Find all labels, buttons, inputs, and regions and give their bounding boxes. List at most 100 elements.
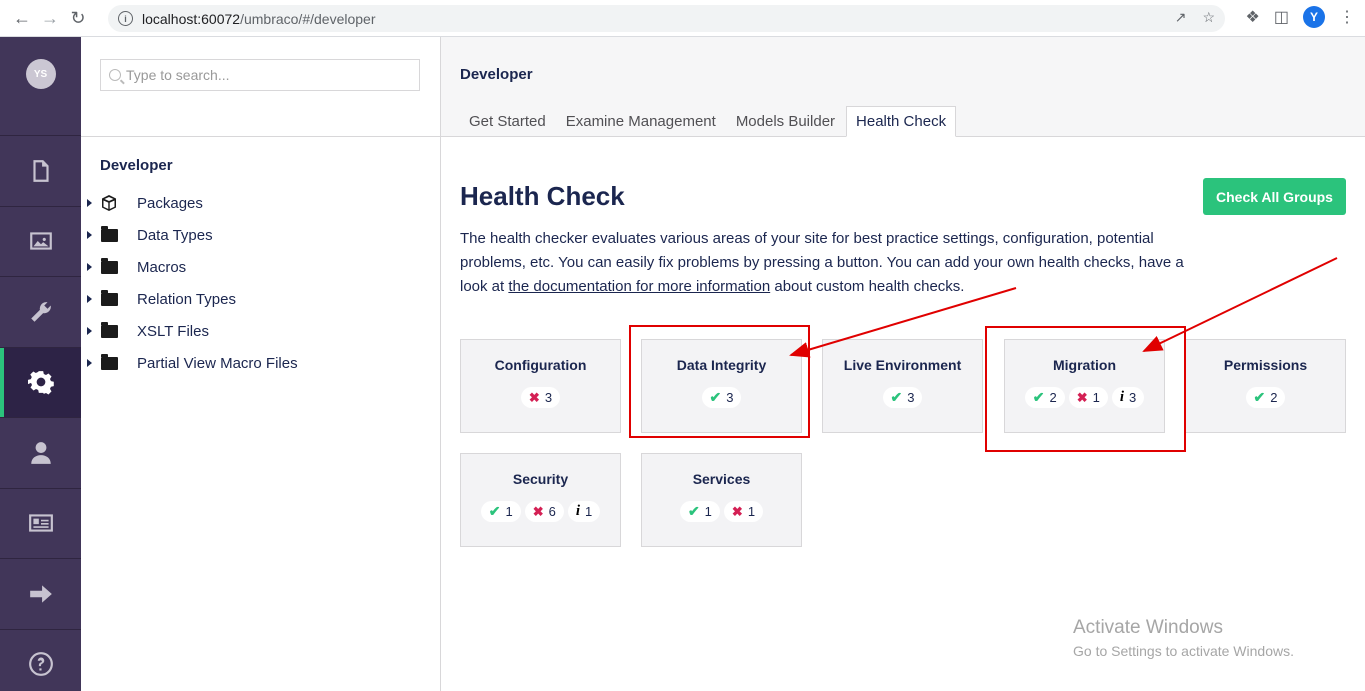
section-developer[interactable]: [0, 347, 81, 418]
error-count: 1: [747, 504, 756, 519]
forward-arrow-icon[interactable]: →: [36, 4, 64, 32]
url-text: localhost:60072/umbraco/#/developer: [142, 11, 376, 27]
group-configuration[interactable]: Configuration ✖ 3: [460, 339, 621, 433]
annotation-highlight-data-integrity: [629, 325, 810, 438]
documentation-link[interactable]: the documentation for more information: [508, 278, 770, 295]
search-icon: [109, 69, 121, 81]
tree-item-label: Relation Types: [137, 290, 236, 308]
watermark-subtitle: Go to Settings to activate Windows.: [1073, 643, 1294, 659]
back-arrow-icon[interactable]: ←: [8, 4, 36, 32]
section-forms[interactable]: [0, 489, 81, 559]
group-name: Services: [692, 471, 751, 487]
success-badge: ✔ 1: [679, 501, 720, 522]
health-check-heading: Health Check: [460, 181, 625, 211]
error-badge: ✖ 1: [723, 501, 764, 522]
annotation-highlight-migration: [985, 326, 1186, 452]
help-icon: [28, 652, 53, 677]
error-count: 6: [548, 504, 556, 519]
tree-item-relation-types[interactable]: Relation Types: [81, 283, 440, 315]
section-content[interactable]: [0, 136, 81, 207]
group-security[interactable]: Security ✔ 1 ✖ 6 i1: [460, 453, 621, 547]
tab-models-builder[interactable]: Models Builder: [727, 106, 844, 137]
user-avatar-area: YS: [0, 37, 81, 136]
group-permissions[interactable]: Permissions ✔ 2: [1185, 339, 1346, 433]
cross-icon: ✖: [532, 503, 544, 519]
share-icon[interactable]: ↗: [1175, 9, 1187, 26]
tab-bar: Get Started Examine Management Models Bu…: [460, 106, 958, 137]
section-settings[interactable]: [0, 277, 81, 348]
health-check-description: The health checker evaluates various are…: [460, 227, 1210, 299]
group-live-environment[interactable]: Live Environment ✔ 3: [822, 339, 983, 433]
section-members[interactable]: [0, 418, 81, 489]
tab-health-check[interactable]: Health Check: [846, 106, 957, 137]
group-name: Security: [512, 471, 569, 487]
caret-right-icon[interactable]: [87, 199, 92, 207]
url-path: /umbraco/#/developer: [240, 10, 376, 27]
info-badge: i1: [567, 501, 601, 522]
arrow-right-icon: [29, 585, 52, 603]
success-badge: ✔ 2: [1245, 387, 1286, 408]
caret-right-icon[interactable]: [87, 327, 92, 335]
package-icon: [100, 195, 118, 211]
info-count: 1: [585, 504, 593, 519]
address-bar[interactable]: i localhost:60072/umbraco/#/developer ↗ …: [108, 5, 1225, 32]
cross-icon: ✖: [528, 389, 540, 405]
tree-item-label: Partial View Macro Files: [137, 354, 298, 372]
success-badge: ✔ 3: [882, 387, 923, 408]
folder-icon: [100, 353, 118, 371]
windows-activation-watermark: Activate Windows Go to Settings to activ…: [1073, 617, 1294, 659]
wrench-icon: [30, 301, 51, 322]
error-badge: ✖ 3: [520, 387, 561, 408]
site-info-icon[interactable]: i: [118, 11, 133, 26]
error-count: 3: [544, 390, 553, 405]
tree-item-data-types[interactable]: Data Types: [81, 219, 440, 251]
cross-icon: ✖: [731, 503, 743, 519]
gear-icon: [27, 371, 54, 395]
tree-item-xslt-files[interactable]: XSLT Files: [81, 315, 440, 347]
user-icon: [30, 441, 51, 464]
group-services[interactable]: Services ✔ 1 ✖ 1: [641, 453, 802, 547]
tree-item-label: Data Types: [137, 226, 213, 244]
section-translation[interactable]: [0, 559, 81, 630]
success-count: 1: [704, 504, 712, 519]
tree-item-macros[interactable]: Macros: [81, 251, 440, 283]
reload-icon[interactable]: ↻: [64, 4, 92, 32]
avatar[interactable]: YS: [25, 59, 56, 89]
tree-item-label: Macros: [137, 258, 187, 276]
tree-panel: Developer Packages Data Types Macros Rel…: [81, 37, 441, 691]
main-header: Developer Get Started Examine Management…: [441, 37, 1365, 137]
tab-get-started[interactable]: Get Started: [460, 106, 555, 137]
sidebar-toggle-icon[interactable]: ◫: [1274, 7, 1289, 27]
check-icon: ✔: [488, 503, 501, 519]
group-name: Permissions: [1223, 357, 1308, 373]
caret-right-icon[interactable]: [87, 231, 92, 239]
main-panel: Developer Get Started Examine Management…: [441, 37, 1365, 691]
tree-item-partial-view-macro-files[interactable]: Partial View Macro Files: [81, 347, 440, 379]
tree-title[interactable]: Developer: [81, 137, 440, 187]
section-media[interactable]: [0, 207, 81, 277]
search-input[interactable]: [126, 67, 406, 83]
tree-item-packages[interactable]: Packages: [81, 187, 440, 219]
caret-right-icon[interactable]: [87, 359, 92, 367]
bookmark-star-icon[interactable]: ☆: [1202, 9, 1215, 26]
section-help[interactable]: [0, 630, 81, 691]
error-badge: ✖ 6: [524, 501, 564, 522]
caret-right-icon[interactable]: [87, 263, 92, 271]
group-name: Live Environment: [843, 357, 962, 373]
search-box[interactable]: [100, 59, 420, 91]
folder-icon: [100, 225, 118, 243]
tab-examine-management[interactable]: Examine Management: [557, 106, 725, 137]
document-icon: [32, 159, 49, 182]
browser-menu-icon[interactable]: ⋮: [1339, 7, 1355, 27]
profile-avatar[interactable]: Y: [1303, 6, 1325, 28]
extensions-icon[interactable]: ❖: [1246, 7, 1260, 27]
url-host: localhost:60072: [142, 10, 241, 27]
check-icon: ✔: [890, 389, 903, 405]
info-icon: i: [575, 503, 581, 519]
caret-right-icon[interactable]: [87, 295, 92, 303]
folder-icon: [100, 257, 118, 275]
check-all-groups-button[interactable]: Check All Groups: [1203, 178, 1346, 215]
description-text-end: about custom health checks.: [770, 278, 965, 295]
folder-icon: [100, 321, 118, 339]
check-icon: ✔: [687, 503, 700, 519]
